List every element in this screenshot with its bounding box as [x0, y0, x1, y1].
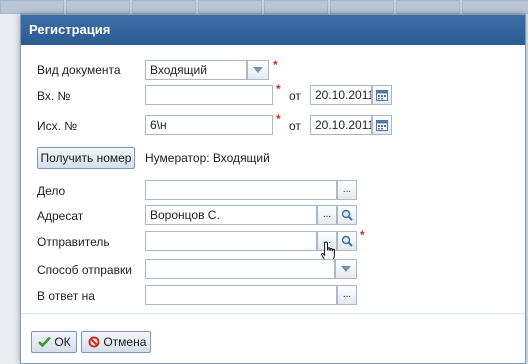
- addressee-browse-button[interactable]: ...: [317, 205, 337, 225]
- background-tab: [264, 0, 328, 14]
- reply-to-browse-button[interactable]: ...: [337, 285, 357, 305]
- ok-button-label: ОК: [54, 335, 71, 349]
- chevron-down-icon: [253, 67, 263, 73]
- registration-dialog: Регистрация Вид документа Входящий * Вх.…: [20, 14, 526, 364]
- background-tab-strip: [0, 0, 528, 14]
- reply-to-label: В ответ на: [37, 289, 95, 303]
- doc-type-dropdown-button[interactable]: [247, 60, 269, 80]
- search-icon: [341, 235, 353, 247]
- incoming-date-value: 20.10.2011: [315, 88, 372, 102]
- calendar-icon: [376, 120, 388, 131]
- background-tab: [66, 0, 130, 14]
- outgoing-no-label: Исх. №: [37, 119, 78, 133]
- required-mark: *: [360, 228, 365, 242]
- addressee-label: Адресат: [37, 209, 84, 223]
- doc-type-label: Вид документа: [37, 63, 121, 77]
- footer-divider: [21, 313, 525, 314]
- required-mark: *: [276, 82, 281, 96]
- sender-search-button[interactable]: [337, 231, 357, 251]
- checkmark-icon: [38, 336, 51, 348]
- doc-type-value: Входящий: [150, 63, 207, 77]
- background-tab: [132, 0, 196, 14]
- background-tab: [462, 0, 528, 14]
- addressee-search-button[interactable]: [337, 205, 357, 225]
- reply-to-input[interactable]: [145, 285, 337, 305]
- send-method-label: Способ отправки: [37, 263, 132, 277]
- background-tab: [0, 0, 64, 14]
- sender-label: Отправитель: [37, 235, 110, 249]
- case-browse-button[interactable]: ...: [337, 180, 357, 200]
- incoming-date-picker-button[interactable]: [372, 85, 392, 105]
- addressee-input[interactable]: Воронцов С.: [145, 205, 317, 225]
- required-mark: *: [276, 112, 281, 126]
- outgoing-no-value: 6\н: [150, 118, 167, 132]
- outgoing-date-picker-button[interactable]: [372, 115, 392, 135]
- send-method-dropdown-button[interactable]: [335, 259, 357, 279]
- case-input[interactable]: [145, 180, 337, 200]
- background-tab: [396, 0, 460, 14]
- incoming-date-prefix: от: [289, 89, 301, 103]
- sender-input[interactable]: [145, 231, 317, 251]
- cancel-button[interactable]: Отмена: [81, 331, 151, 353]
- ok-button[interactable]: ОК: [31, 331, 77, 353]
- calendar-icon: [376, 90, 388, 101]
- outgoing-no-input[interactable]: 6\н: [145, 115, 273, 135]
- cancel-button-label: Отмена: [103, 335, 147, 349]
- get-number-button[interactable]: Получить номер: [37, 147, 135, 169]
- addressee-value: Воронцов С.: [150, 208, 220, 222]
- outgoing-date-value: 20.10.2011: [315, 118, 372, 132]
- doc-type-select[interactable]: Входящий: [145, 60, 247, 80]
- dialog-title: Регистрация: [21, 15, 525, 45]
- incoming-date-input[interactable]: 20.10.2011: [310, 85, 372, 105]
- background-tab: [198, 0, 262, 14]
- incoming-no-input[interactable]: [145, 85, 273, 105]
- case-label: Дело: [37, 184, 66, 198]
- background-tab: [330, 0, 394, 14]
- send-method-select[interactable]: [145, 259, 335, 279]
- required-mark: *: [273, 58, 278, 72]
- incoming-no-label: Вх. №: [37, 89, 71, 103]
- outgoing-date-input[interactable]: 20.10.2011: [310, 115, 372, 135]
- cancel-icon: [88, 336, 100, 348]
- outgoing-date-prefix: от: [289, 119, 301, 133]
- numerator-text: Нумератор: Входящий: [145, 151, 270, 165]
- search-icon: [341, 209, 353, 221]
- chevron-down-icon: [341, 266, 351, 272]
